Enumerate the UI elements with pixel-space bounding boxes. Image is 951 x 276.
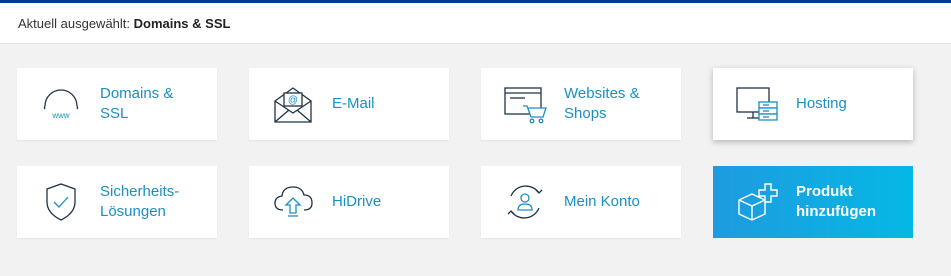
product-category-grid: www Domains & SSL @ E-Mail Websites & Sh… — [0, 44, 951, 276]
tile-label: E-Mail — [332, 95, 375, 112]
svg-text:@: @ — [288, 95, 298, 106]
globe-www-icon: www — [39, 82, 83, 126]
tile-my-account[interactable]: Mein Konto — [481, 166, 681, 238]
tile-websites-shops[interactable]: Websites & Shops — [481, 68, 681, 140]
tile-label: Sicherheits- Lösungen — [100, 183, 180, 220]
tile-domains-ssl[interactable]: www Domains & SSL — [17, 68, 217, 140]
browser-cart-icon — [503, 82, 547, 126]
tile-label: Produkt hinzufügen — [796, 183, 876, 220]
tile-security-solutions[interactable]: Sicherheits- Lösungen — [17, 166, 217, 238]
box-plus-icon — [735, 180, 779, 224]
selection-value: Domains & SSL — [133, 16, 231, 31]
svg-text:www: www — [51, 111, 70, 120]
tile-label: Domains & SSL — [100, 85, 174, 122]
monitor-server-icon — [735, 82, 779, 126]
tile-label: HiDrive — [332, 193, 382, 210]
tile-hidrive[interactable]: HiDrive — [249, 166, 449, 238]
tile-email[interactable]: @ E-Mail — [249, 68, 449, 140]
shield-check-icon — [39, 180, 83, 224]
tile-label: Mein Konto — [564, 193, 640, 210]
add-product-button[interactable]: Produkt hinzufügen — [713, 166, 913, 238]
tile-label: Websites & Shops — [564, 85, 640, 122]
user-cycle-icon — [503, 180, 547, 224]
envelope-at-icon: @ — [271, 82, 315, 126]
tile-hosting[interactable]: Hosting — [713, 68, 913, 140]
tile-label: Hosting — [796, 95, 847, 112]
selection-prefix: Aktuell ausgewählt: — [18, 16, 131, 31]
cloud-upload-icon — [271, 180, 315, 224]
selection-header: Aktuell ausgewählt: Domains & SSL — [0, 3, 951, 44]
